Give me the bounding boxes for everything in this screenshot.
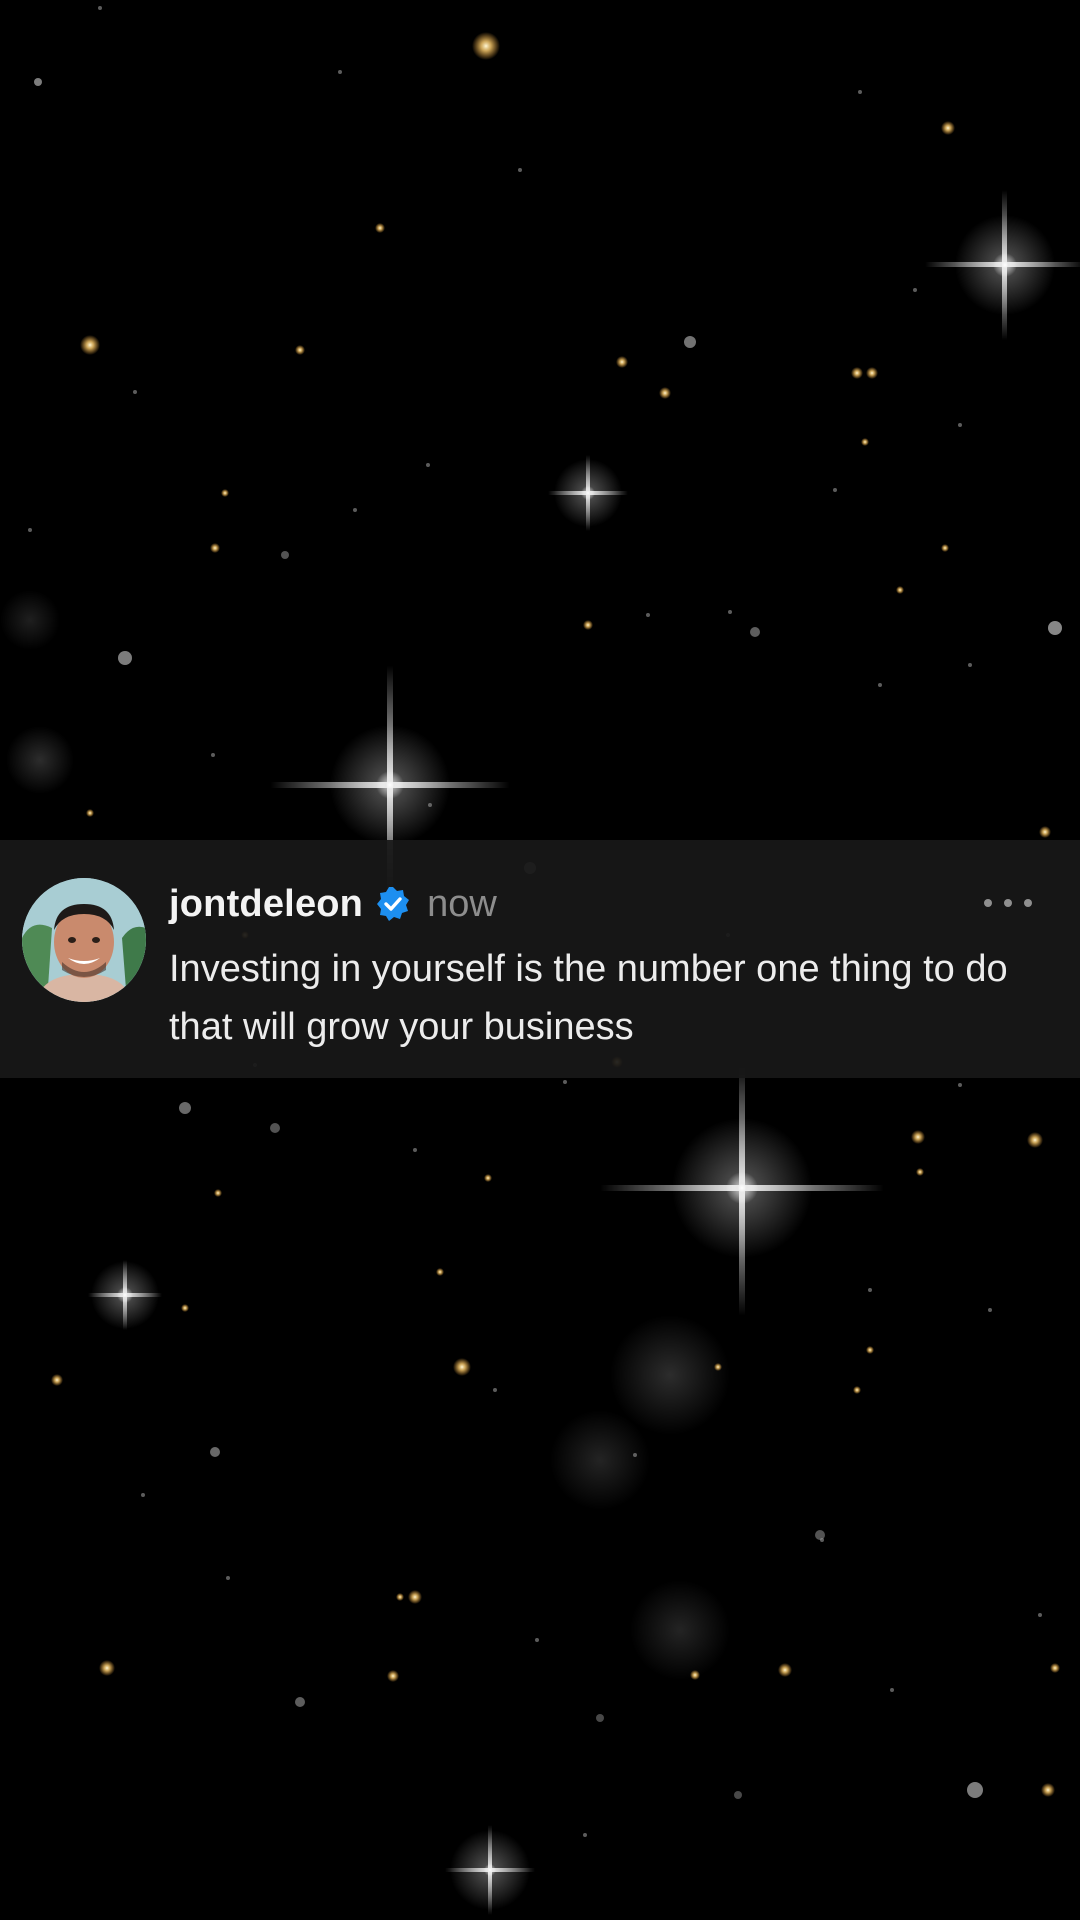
sparkle-star: [445, 1825, 535, 1915]
sparkle-star: [925, 190, 1080, 340]
post-header: jontdeleon now: [169, 876, 497, 932]
verified-badge-icon: [377, 887, 410, 921]
story-screen: jontdeleon now Investing in yourself is …: [0, 0, 1080, 1920]
sparkle-star: [600, 1060, 884, 1316]
profile-photo: [22, 878, 146, 1002]
timestamp: now: [427, 882, 497, 925]
avatar[interactable]: [22, 878, 146, 1002]
username[interactable]: jontdeleon: [169, 883, 363, 926]
sparkle-star: [548, 455, 628, 531]
sparkle-star: [88, 1260, 162, 1330]
post-text: Investing in yourself is the number one …: [169, 948, 1008, 1048]
more-horizontal-icon: [1024, 899, 1032, 907]
post-card[interactable]: jontdeleon now Investing in yourself is …: [0, 840, 1080, 1078]
more-horizontal-icon: [984, 899, 992, 907]
more-horizontal-icon: [1004, 899, 1012, 907]
more-options-button[interactable]: [984, 888, 1032, 918]
